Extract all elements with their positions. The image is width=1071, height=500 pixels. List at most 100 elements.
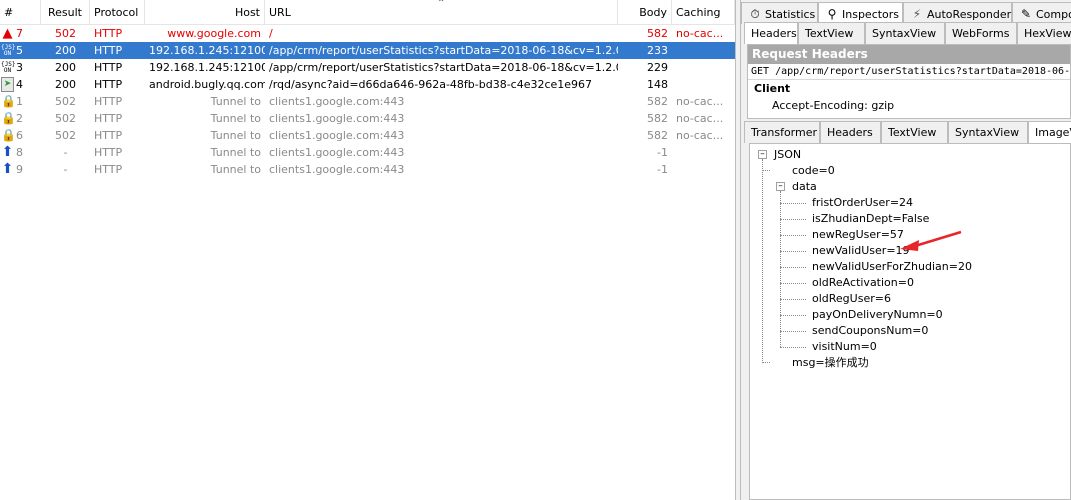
annotation-arrow-head bbox=[900, 240, 919, 251]
tree-node-data[interactable]: data bbox=[792, 179, 817, 195]
session-caching: no-cac... bbox=[676, 129, 724, 142]
session-body-size: 233 bbox=[647, 44, 668, 57]
annotation-arrow-icon bbox=[900, 230, 962, 251]
request-headers-panel: Request Headers GET /app/crm/report/user… bbox=[747, 44, 1071, 119]
response-inspector-tabs: Transformer Headers TextView SyntaxView … bbox=[741, 121, 1071, 143]
session-protocol: HTTP bbox=[94, 129, 123, 142]
session-number: 9 bbox=[16, 163, 23, 176]
session-result: 502 bbox=[55, 95, 76, 108]
annotation-arrow-shaft bbox=[914, 230, 962, 248]
tab-request-syntaxview[interactable]: SyntaxView bbox=[865, 22, 945, 44]
session-row[interactable]: ▲ 7 502 HTTP www.google.com/582 no-cac... bbox=[0, 25, 735, 42]
session-protocol: HTTP bbox=[94, 112, 123, 125]
session-protocol: HTTP bbox=[94, 44, 123, 57]
session-host: 192.168.1.245:12100 bbox=[149, 61, 265, 74]
session-row[interactable]: 🔒 6 502 HTTP Tunnel to clients1.google.com:44… bbox=[0, 127, 735, 144]
session-host: www.google.com bbox=[167, 27, 261, 40]
session-host: 192.168.1.245:12100 bbox=[149, 44, 265, 57]
session-number: 1 bbox=[16, 95, 23, 108]
tab-request-webforms[interactable]: WebForms bbox=[945, 22, 1017, 44]
session-caching: no-cac... bbox=[676, 112, 724, 125]
tree-connector bbox=[780, 219, 806, 220]
session-row[interactable]: 🔒 2 502 HTTP Tunnel to clients1.google.com:44… bbox=[0, 110, 735, 127]
request-headers-title: Request Headers bbox=[748, 45, 1070, 64]
tree-node-data-item[interactable]: fristOrderUser=24 bbox=[812, 195, 913, 211]
collapse-toggle-json[interactable]: – bbox=[758, 150, 767, 159]
session-host: Tunnel to bbox=[210, 129, 261, 142]
tab-request-headers[interactable]: Headers bbox=[744, 22, 798, 44]
session-url: clients1.google.com:443 bbox=[269, 112, 405, 125]
session-result: 502 bbox=[55, 129, 76, 142]
header-group-client[interactable]: Client bbox=[748, 80, 1070, 97]
tab-response-syntaxview[interactable]: SyntaxView bbox=[948, 121, 1028, 143]
session-result: 200 bbox=[55, 44, 76, 57]
column-protocol[interactable]: Protocol bbox=[90, 0, 145, 25]
tree-node-data-item[interactable]: oldReActivation=0 bbox=[812, 275, 914, 291]
column-caching[interactable]: Caching bbox=[672, 0, 735, 25]
tree-node-data-item[interactable]: isZhudianDept=False bbox=[812, 211, 929, 227]
session-result: 200 bbox=[55, 78, 76, 91]
session-body-size: 148 bbox=[647, 78, 668, 91]
session-caching bbox=[672, 161, 735, 178]
tab-inspectors[interactable]: ⚲ Inspectors bbox=[818, 2, 903, 24]
column-host[interactable]: Host bbox=[145, 0, 265, 25]
tab-autoresponder[interactable]: ⚡ AutoResponder bbox=[903, 2, 1012, 24]
session-host: Tunnel to bbox=[210, 146, 261, 159]
tree-connector bbox=[780, 283, 806, 284]
tree-node-data-item[interactable]: sendCouponsNum=0 bbox=[812, 323, 928, 339]
tab-response-imageview[interactable]: ImageV bbox=[1028, 121, 1071, 143]
column-body[interactable]: Body bbox=[618, 0, 672, 25]
tab-response-textview[interactable]: TextView bbox=[881, 121, 948, 143]
tree-guide bbox=[762, 159, 763, 363]
json-tree-view: – JSON code=0 – data fristOrderUser=24 is… bbox=[749, 143, 1071, 500]
tab-response-transformer[interactable]: Transformer bbox=[744, 121, 820, 143]
tab-request-hexview[interactable]: HexView bbox=[1017, 22, 1071, 44]
session-host: Tunnel to bbox=[210, 112, 261, 125]
session-row[interactable]: ➤ 4 200 HTTP android.bugly.qq.com/rqd/async?… bbox=[0, 76, 735, 93]
tree-connector bbox=[780, 251, 806, 252]
session-row[interactable]: {JS} ON 3 200 HTTP 192.168.1.245:12100/app/cr… bbox=[0, 59, 735, 76]
tab-request-textview[interactable]: TextView bbox=[798, 22, 865, 44]
tree-guide bbox=[762, 362, 770, 363]
session-url: clients1.google.com:443 bbox=[269, 95, 405, 108]
session-caching bbox=[672, 144, 735, 161]
session-result: - bbox=[63, 163, 68, 176]
tree-node-data-item[interactable]: oldRegUser=6 bbox=[812, 291, 891, 307]
session-row[interactable]: {JS} ON 5 200 HTTP 192.168.1.245:12100/app/cr… bbox=[0, 42, 735, 59]
tree-node-data-item[interactable]: payOnDeliveryNumn=0 bbox=[812, 307, 943, 323]
session-body-size: 229 bbox=[647, 61, 668, 74]
header-accept-encoding[interactable]: Accept-Encoding: gzip bbox=[748, 97, 1070, 114]
tab-response-headers[interactable]: Headers bbox=[820, 121, 881, 143]
tree-guide bbox=[780, 191, 781, 347]
column-result[interactable]: Result bbox=[41, 0, 90, 25]
column-number[interactable]: # bbox=[0, 0, 41, 25]
tree-connector bbox=[780, 315, 806, 316]
session-list[interactable]: # Result Protocol Host URL Body Caching … bbox=[0, 0, 735, 500]
tree-connector bbox=[780, 347, 806, 348]
tree-node-code[interactable]: code=0 bbox=[792, 163, 835, 179]
request-inspector-tabs: Headers TextView SyntaxView WebForms Hex… bbox=[741, 22, 1071, 44]
tree-node-json[interactable]: JSON bbox=[774, 147, 801, 163]
session-protocol: HTTP bbox=[94, 61, 123, 74]
session-protocol: HTTP bbox=[94, 27, 123, 40]
main-tabs: ⏱ Statistics ⚲ Inspectors ⚡ AutoResponder ✎… bbox=[741, 2, 1071, 24]
collapse-toggle-data[interactable]: – bbox=[776, 182, 785, 191]
tree-node-data-item[interactable]: newRegUser=57 bbox=[812, 227, 904, 243]
tree-node-msg[interactable]: msg=操作成功 bbox=[792, 355, 869, 371]
tab-statistics[interactable]: ⏱ Statistics bbox=[741, 2, 818, 24]
session-host: Tunnel to bbox=[210, 163, 261, 176]
session-result: 502 bbox=[55, 112, 76, 125]
session-number: 7 bbox=[16, 27, 23, 40]
session-row[interactable]: ⬆ 9- HTTP Tunnel to clients1.google.com:443-… bbox=[0, 161, 735, 178]
session-row[interactable]: ⬆ 8- HTTP Tunnel to clients1.google.com:443-… bbox=[0, 144, 735, 161]
tab-composer[interactable]: ✎ Compo bbox=[1012, 2, 1071, 24]
session-url: / bbox=[269, 27, 273, 40]
session-number: 2 bbox=[16, 112, 23, 125]
tree-node-data-item[interactable]: newValidUserForZhudian=20 bbox=[812, 259, 972, 275]
session-result: 200 bbox=[55, 61, 76, 74]
tree-node-data-item[interactable]: visitNum=0 bbox=[812, 339, 877, 355]
session-row[interactable]: 🔒 1 502 HTTP Tunnel to clients1.google.com:44… bbox=[0, 93, 735, 110]
session-host: Tunnel to bbox=[210, 95, 261, 108]
request-line[interactable]: GET /app/crm/report/userStatistics?start… bbox=[748, 64, 1070, 80]
session-body-size: -1 bbox=[657, 146, 668, 159]
